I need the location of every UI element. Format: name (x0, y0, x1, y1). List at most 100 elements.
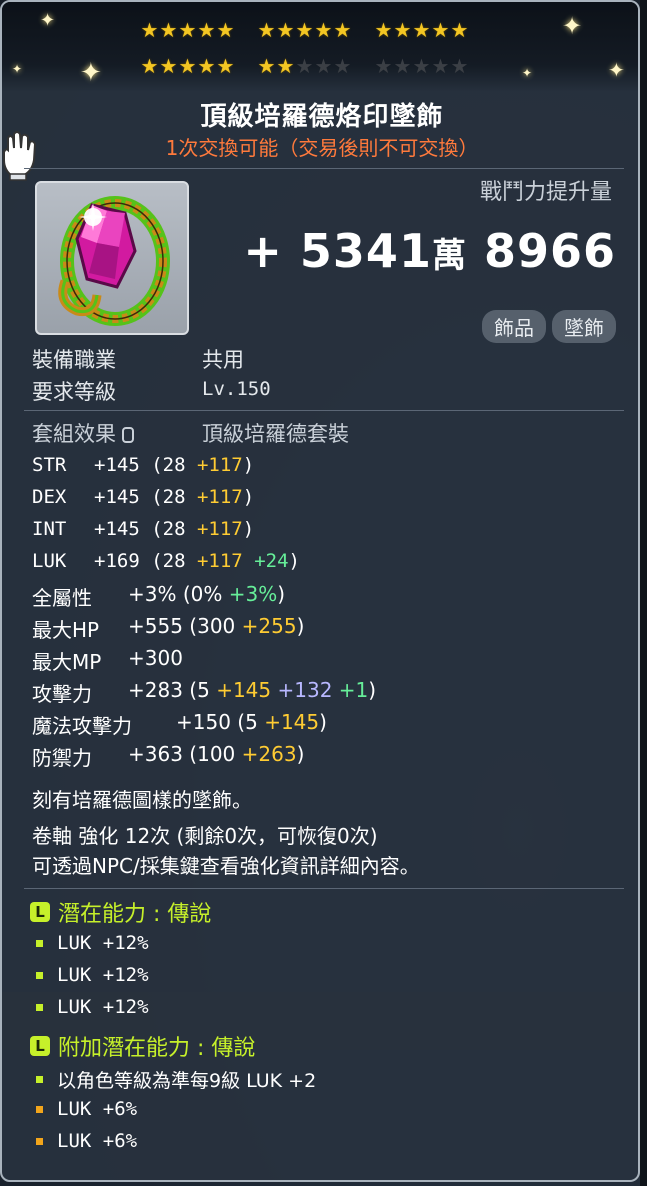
star-force-row-1: ★ ★ ★ ★ ★ ★ ★ ★ ★ ★ ★ ★ ★ ★ ★ (140, 20, 491, 40)
stat-total: +3% (128, 582, 177, 606)
divider (24, 168, 624, 169)
potential-line: LUK +12% (36, 932, 149, 954)
stat-starforce: +1 (332, 678, 369, 702)
stat-base: (0% (176, 582, 229, 606)
mouse-icon (122, 427, 134, 443)
job-value: 共用 (202, 348, 244, 372)
glove-cursor-icon (3, 131, 37, 181)
star-icon: ★ (178, 18, 197, 42)
bonus-potential-header: L 附加潛在能力 : 傳說 (30, 1030, 255, 1062)
star-force-row-2: ★ ★ ★ ★ ★ ★ ★ ★ ★ ★ ★ ★ ★ ★ ★ (140, 56, 491, 76)
star-icon: ★ (140, 18, 159, 42)
stat-total: +145 (94, 518, 140, 540)
bullet-icon (36, 971, 43, 979)
combat-power-wan: 萬 (431, 236, 467, 276)
stat-values: +3% (0% +3%) (128, 582, 285, 606)
stat-bonus: +117 (196, 550, 243, 572)
stat-close: ) (277, 582, 286, 606)
tag-accessory: 飾品 (482, 310, 546, 343)
stat-close: ) (242, 486, 255, 508)
stat-name: 攻擊力 (32, 682, 92, 706)
stat-total: +145 (94, 454, 140, 476)
stat-row-attack: 攻擊力 +283 (5 +145 +132 +1) (32, 678, 376, 707)
stat-bonus: +263 (241, 742, 297, 766)
star-empty-icon: ★ (431, 54, 450, 78)
scroll-upgrade-line: 卷軸 強化 12次 (剩餘0次，可恢復0次) (32, 824, 378, 848)
level-value: Lv.150 (202, 378, 271, 400)
star-icon: ★ (178, 54, 197, 78)
sparkle-icon: ✦ (80, 58, 102, 88)
star-empty-icon: ★ (295, 54, 314, 78)
stat-name: 全屬性 (32, 586, 92, 610)
stat-bonus: +255 (241, 614, 297, 638)
stat-values: +283 (5 +145 +132 +1) (128, 678, 376, 702)
star-icon: ★ (257, 54, 276, 78)
combat-power-label: 戰鬥力提升量 (479, 180, 612, 205)
star-empty-icon: ★ (393, 54, 412, 78)
scroll-hint: 可透過NPC/採集鍵查看強化資訊詳細內容。 (32, 854, 420, 878)
potential-header: L 潛在能力 : 傳說 (30, 896, 211, 928)
potential-text: LUK +12% (57, 964, 149, 986)
stat-values: +145 (28 +117) (94, 486, 254, 508)
sparkle-icon: ✦ (40, 10, 56, 31)
star-group: ★ ★ ★ ★ ★ (257, 56, 352, 76)
bullet-icon (36, 1003, 43, 1011)
combat-power-suffix: 8966 (466, 224, 616, 278)
stat-close: ) (242, 454, 255, 476)
stat-row-int: INT +145 (28 +117) (32, 518, 254, 540)
stat-bonus: +145 (216, 678, 272, 702)
stat-total: +150 (176, 710, 231, 734)
star-icon: ★ (295, 18, 314, 42)
stat-starforce: +3% (228, 582, 278, 606)
stat-close: ) (288, 550, 300, 572)
item-description: 刻有培羅德圖樣的墜飾。 (32, 788, 252, 812)
bonus-potential-line: 以角色等級為準每9級 LUK +2 (36, 1066, 316, 1093)
stat-base: (28 (139, 454, 197, 476)
sparkle-icon: ✦ (608, 58, 625, 82)
star-icon: ★ (159, 18, 178, 42)
star-empty-icon: ★ (314, 54, 333, 78)
star-icon: ★ (216, 18, 235, 42)
bonus-potential-text: 以角色等級為準每9級 LUK +2 (57, 1070, 317, 1092)
pendant-icon (58, 196, 170, 326)
bullet-icon (36, 1105, 43, 1113)
star-icon: ★ (276, 54, 295, 78)
star-icon: ★ (257, 18, 276, 42)
stat-values: +555 (300 +255) (128, 614, 304, 638)
star-empty-icon: ★ (412, 54, 431, 78)
level-label: 要求等級 (32, 380, 116, 404)
stat-total: +363 (128, 742, 183, 766)
star-icon: ★ (412, 18, 431, 42)
sparkle-icon: ✦ (12, 62, 23, 76)
window-edge (640, 0, 647, 1186)
star-group: ★ ★ ★ ★ ★ (374, 56, 469, 76)
sparkle-icon: ✦ (562, 12, 583, 40)
legendary-badge-icon: L (30, 1036, 50, 1056)
stat-row-dex: DEX +145 (28 +117) (32, 486, 254, 508)
potential-line: LUK +12% (36, 964, 149, 986)
star-empty-icon: ★ (450, 54, 469, 78)
stat-values: +363 (100 +263) (128, 742, 304, 766)
combat-power-prefix: + 5341 (243, 224, 432, 278)
stat-total: +555 (128, 614, 183, 638)
set-effect-row[interactable]: 套組效果 頂級培羅德套裝 (32, 418, 349, 448)
stat-bonus: +117 (196, 454, 243, 476)
star-group: ★ ★ ★ ★ ★ (374, 20, 469, 40)
level-row: 要求等級 Lv.150 (32, 376, 271, 406)
bullet-icon (36, 939, 43, 947)
stat-close: ) (242, 518, 255, 540)
star-icon: ★ (431, 18, 450, 42)
stat-close: ) (296, 742, 305, 766)
item-name: 頂級培羅德烙印墜飾 (200, 102, 444, 132)
stat-name: 最大MP (32, 650, 102, 674)
star-group: ★ ★ ★ ★ ★ (140, 56, 235, 76)
trade-note: 1次交換可能（交易後則不可交換） (165, 136, 479, 160)
stat-row-luk: LUK +169 (28 +117 +24) (32, 550, 300, 572)
stat-close: ) (296, 614, 305, 638)
stat-row-defense: 防禦力 +363 (100 +263) (32, 742, 304, 771)
star-icon: ★ (159, 54, 178, 78)
stat-enhance: +132 (271, 678, 333, 702)
star-empty-icon: ★ (374, 54, 393, 78)
sparkle-icon: ✦ (522, 66, 533, 80)
stat-total: +169 (94, 550, 140, 572)
